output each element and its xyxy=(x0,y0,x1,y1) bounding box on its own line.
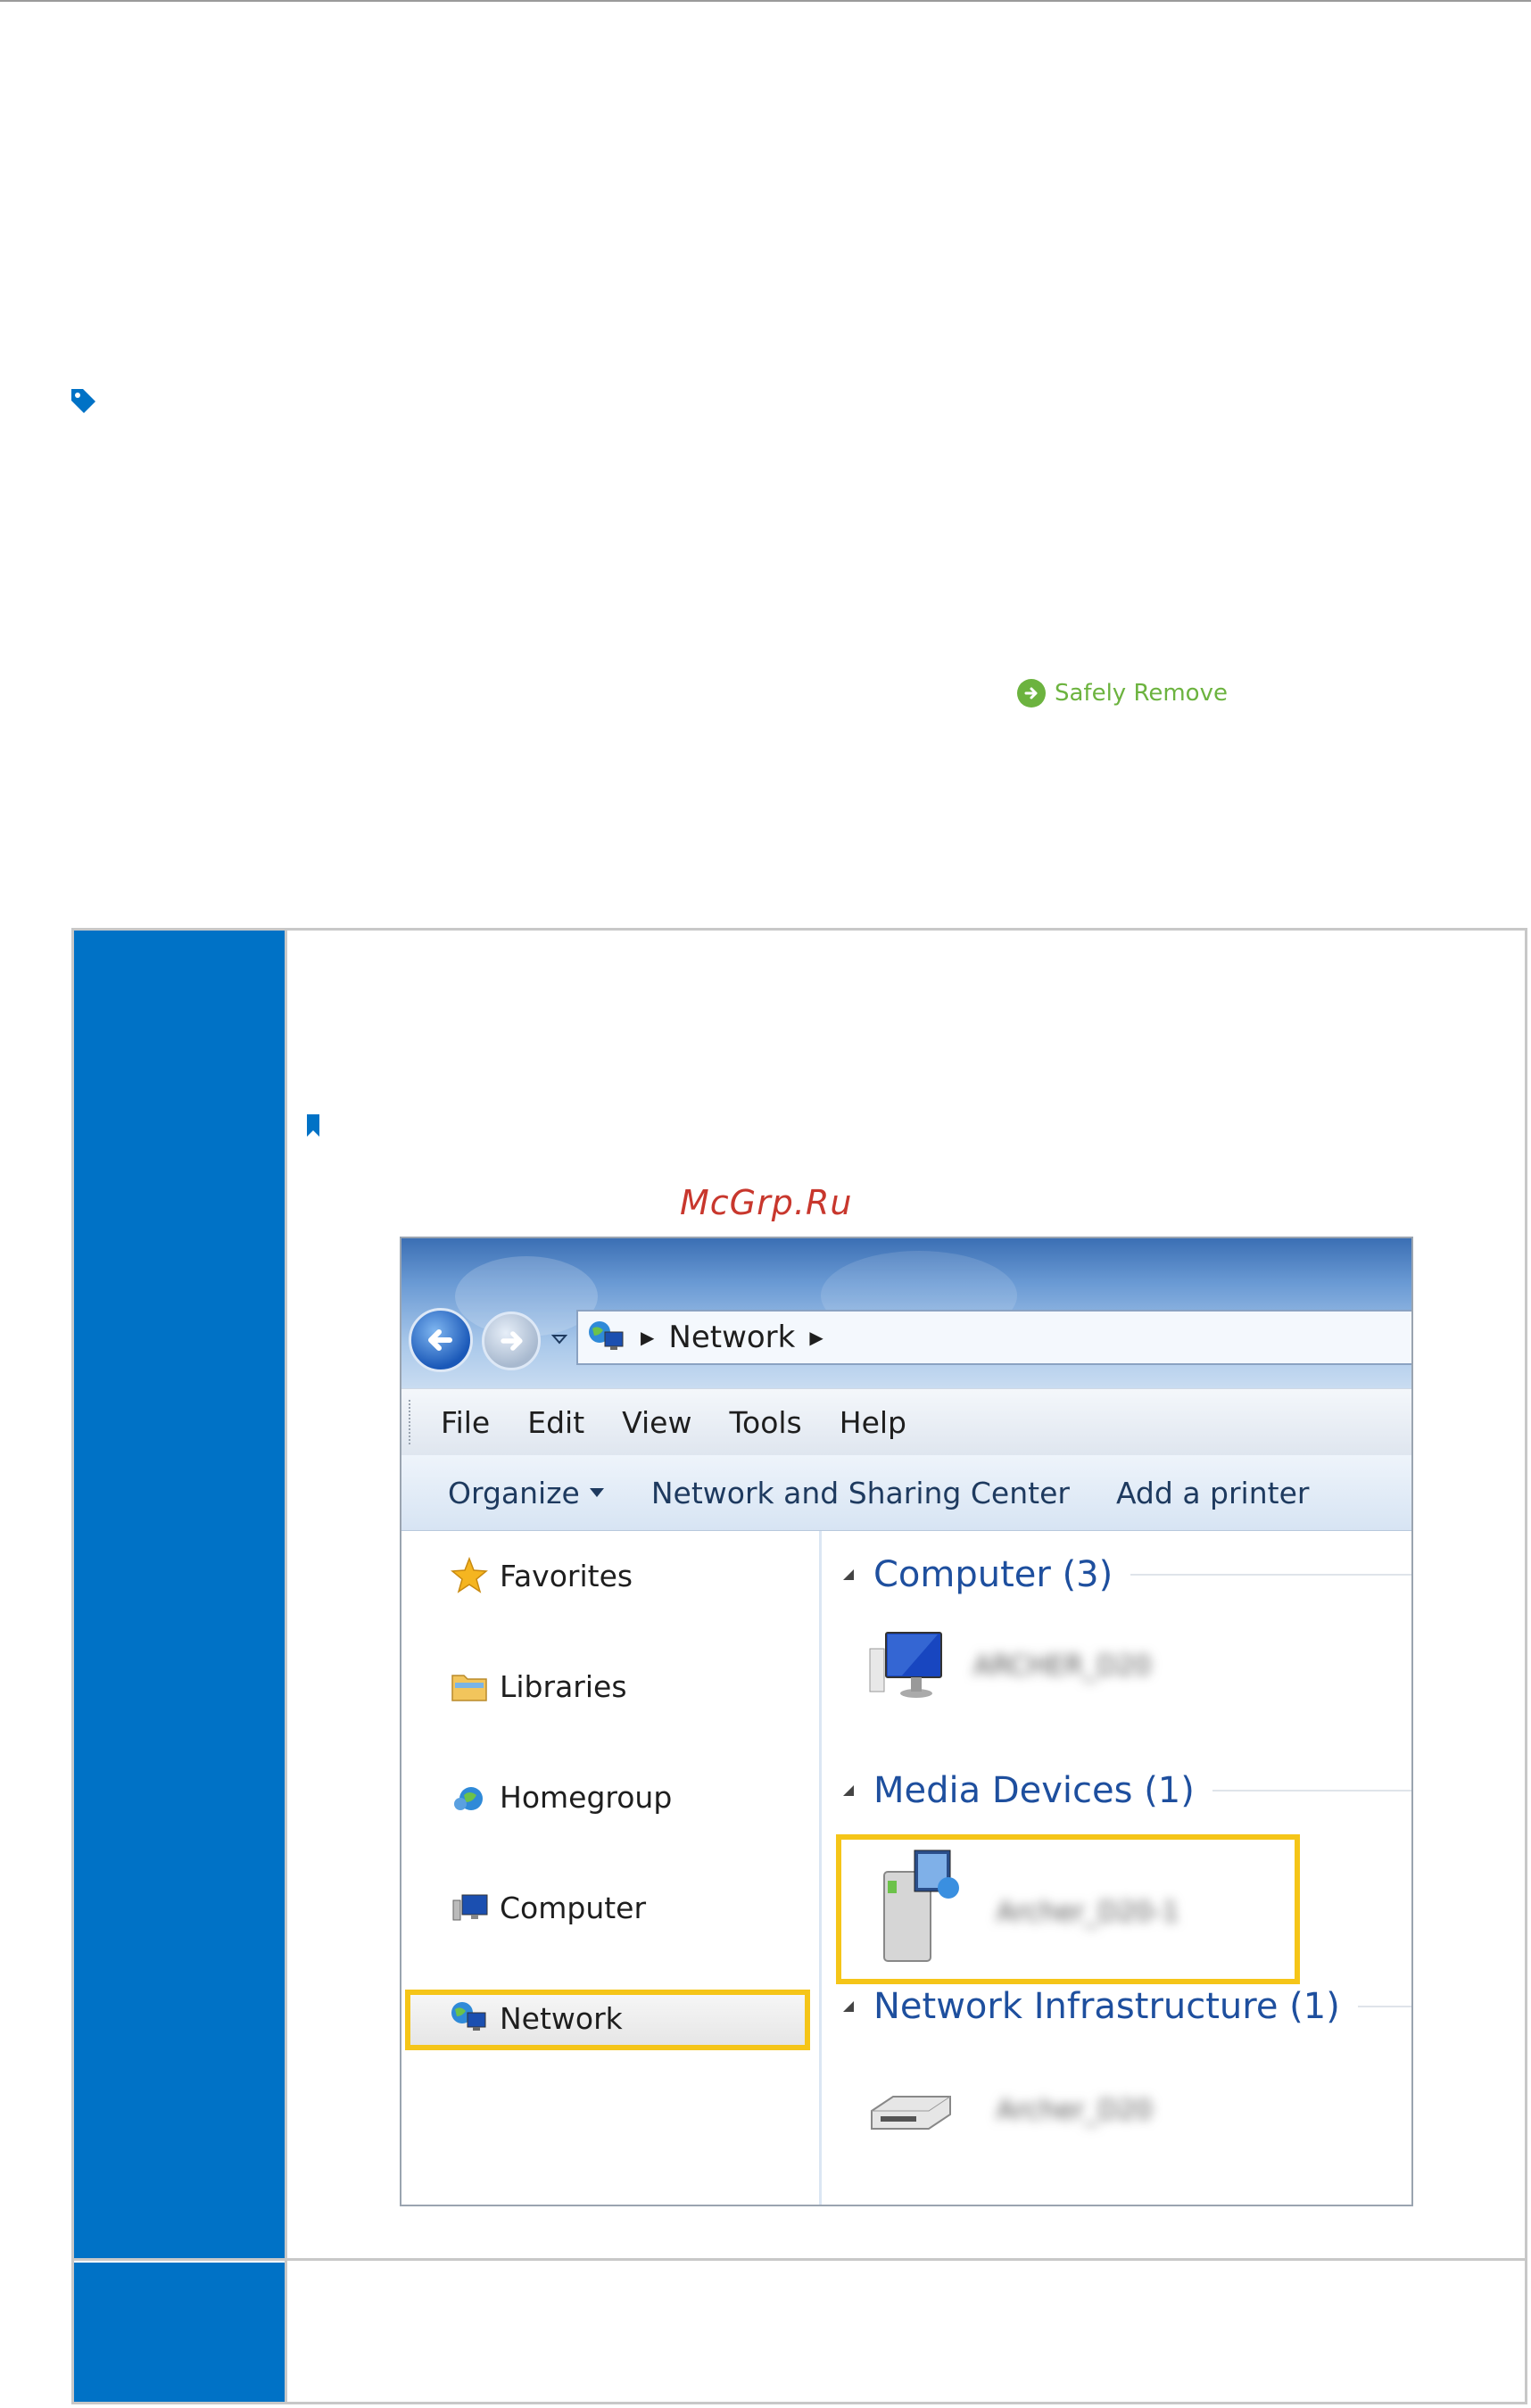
nav-item-computer[interactable]: Computer xyxy=(450,1888,646,1927)
menu-file[interactable]: File xyxy=(441,1405,490,1440)
navigation-pane: Favorites Libraries Homegroup Computer N… xyxy=(401,1531,822,2205)
row-divider xyxy=(74,2258,1525,2261)
media-server-icon[interactable] xyxy=(875,1845,964,1970)
group-label: Media Devices (1) xyxy=(873,1770,1195,1811)
router-icon[interactable] xyxy=(866,2084,956,2138)
network-sharing-center-label: Network and Sharing Center xyxy=(650,1475,1070,1510)
organize-label: Organize xyxy=(448,1475,580,1510)
network-sharing-center-button[interactable]: Network and Sharing Center xyxy=(651,1476,1070,1510)
history-dropdown-icon[interactable] xyxy=(551,1331,567,1347)
device-name-media[interactable]: Archer_D20-1 xyxy=(997,1897,1179,1928)
nav-item-libraries[interactable]: Libraries xyxy=(450,1667,627,1706)
group-header-infrastructure[interactable]: Network Infrastructure (1) xyxy=(843,1986,1411,2027)
collapse-triangle-icon xyxy=(843,1785,854,1796)
menu-view[interactable]: View xyxy=(622,1405,691,1440)
organize-button[interactable]: Organize xyxy=(448,1476,605,1510)
folder-icon xyxy=(451,1675,487,1701)
nav-item-network[interactable]: Network xyxy=(450,1998,623,2038)
collapse-triangle-icon xyxy=(843,1569,854,1580)
arrow-right-icon xyxy=(1017,679,1046,708)
nav-item-favorites[interactable]: Favorites xyxy=(450,1556,633,1595)
collapse-triangle-icon xyxy=(843,2001,854,2012)
safely-remove-label: Safely Remove xyxy=(1055,680,1228,707)
star-icon xyxy=(451,1556,488,1593)
group-label: Computer (3) xyxy=(873,1554,1113,1595)
group-label: Network Infrastructure (1) xyxy=(873,1986,1340,2027)
add-printer-label: Add a printer xyxy=(1115,1475,1310,1510)
breadcrumb-chevron-icon: ▶ xyxy=(641,1327,655,1348)
menu-edit[interactable]: Edit xyxy=(527,1405,584,1440)
safely-remove-badge: Safely Remove xyxy=(1017,678,1228,708)
table-label-cell-2 xyxy=(74,2263,285,2402)
device-name-router[interactable]: Archer_D20 xyxy=(997,2095,1153,2126)
device-name-computer[interactable]: ARCHER_D20 xyxy=(973,1651,1151,1682)
tag-icon xyxy=(71,389,95,413)
arrow-left-icon xyxy=(428,1329,452,1351)
nav-item-label: Favorites xyxy=(500,1558,633,1593)
forward-button[interactable] xyxy=(482,1312,541,1370)
menu-grip xyxy=(409,1400,416,1444)
computer-device-icon[interactable] xyxy=(866,1627,947,1702)
explorer-window: ▶ Network ▶ File Edit View Tools Help Or… xyxy=(400,1237,1413,2206)
breadcrumb-network[interactable]: Network xyxy=(668,1320,795,1355)
group-header-computer[interactable]: Computer (3) xyxy=(843,1554,1411,1595)
title-bar: ▶ Network ▶ xyxy=(401,1238,1411,1388)
group-header-media[interactable]: Media Devices (1) xyxy=(843,1770,1411,1811)
table-label-cell xyxy=(74,931,285,2258)
nav-item-label: Homegroup xyxy=(500,1779,673,1815)
watermark: McGrp.Ru xyxy=(680,1183,853,1222)
top-rule xyxy=(0,0,1531,2)
column-divider xyxy=(285,931,287,2403)
nav-item-label: Computer xyxy=(500,1890,647,1925)
menu-bar: File Edit View Tools Help xyxy=(401,1388,1411,1455)
address-bar[interactable]: ▶ Network ▶ xyxy=(576,1310,1411,1365)
content-pane: Computer (3) ARCHER_D20 Media Devices (1… xyxy=(822,1531,1411,2205)
network-icon xyxy=(451,2002,486,2031)
nav-item-label: Network xyxy=(500,2000,623,2036)
command-bar: Organize Network and Sharing Center Add … xyxy=(401,1455,1411,1531)
arrow-right-icon xyxy=(501,1331,523,1351)
nav-item-homegroup[interactable]: Homegroup xyxy=(450,1777,672,1816)
menu-tools[interactable]: Tools xyxy=(729,1405,801,1440)
nav-item-label: Libraries xyxy=(500,1668,627,1704)
add-printer-button[interactable]: Add a printer xyxy=(1116,1476,1310,1510)
back-button[interactable] xyxy=(409,1308,473,1372)
network-icon xyxy=(589,1321,624,1350)
homegroup-icon xyxy=(454,1787,483,1810)
breadcrumb-chevron-icon[interactable]: ▶ xyxy=(809,1327,823,1348)
computer-icon xyxy=(452,1894,488,1921)
bookmark-icon xyxy=(307,1114,319,1137)
menu-help[interactable]: Help xyxy=(840,1405,906,1440)
chevron-down-icon xyxy=(589,1488,604,1497)
